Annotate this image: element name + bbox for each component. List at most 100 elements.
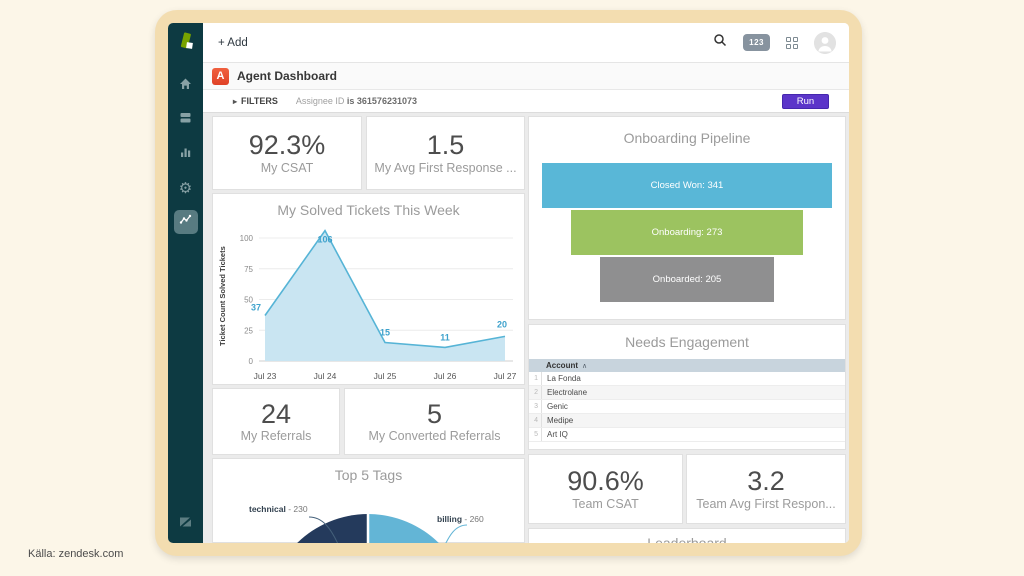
source-caption: Källa: zendesk.com <box>28 548 123 560</box>
dashboard-app-icon: A <box>212 68 229 85</box>
sidebar-item-dashboards[interactable] <box>174 210 198 234</box>
svg-text:0: 0 <box>249 357 254 366</box>
app-window: ⚙ <box>168 23 849 543</box>
home-icon <box>178 76 193 96</box>
search-icon[interactable] <box>713 33 727 52</box>
explore-logo-icon <box>175 31 197 58</box>
account-cell: Genic <box>542 402 568 411</box>
sidebar-item-reports[interactable] <box>174 142 198 166</box>
top-tags-card: Top 5 Tags technical - 230 billing - 260 <box>212 458 525 543</box>
sidebar: ⚙ <box>168 23 203 543</box>
sort-ascending-icon: ∧ <box>582 362 587 370</box>
right-column: Onboarding Pipeline Closed Won: 341Onboa… <box>528 116 846 543</box>
kpi-label: Team Avg First Respon... <box>696 497 835 511</box>
kpi-value: 92.3% <box>249 131 326 161</box>
needs-engagement-card: Needs Engagement Account ∧ 1La Fonda2Ele… <box>528 324 846 450</box>
kpi-my-converted-referrals: 5 My Converted Referrals <box>344 388 525 455</box>
my-kpi-row: 92.3% My CSAT 1.5 My Avg First Response … <box>212 116 525 190</box>
chart-title: Onboarding Pipeline <box>529 130 845 146</box>
sidebar-item-datasets[interactable] <box>174 108 198 132</box>
svg-text:15: 15 <box>380 328 390 338</box>
svg-text:Jul 24: Jul 24 <box>314 371 337 381</box>
table-row: 4Medipe <box>529 414 845 428</box>
screenshot-frame: ⚙ <box>155 10 862 556</box>
svg-text:75: 75 <box>244 265 253 274</box>
gear-icon: ⚙ <box>179 181 192 196</box>
svg-text:Jul 26: Jul 26 <box>434 371 457 381</box>
pie-slice-label: technical - 230 <box>249 504 308 514</box>
add-button[interactable]: + Add <box>218 37 248 49</box>
kpi-team-avg-first-response: 3.2 Team Avg First Respon... <box>686 454 846 524</box>
account-cell: Electrolane <box>542 388 587 397</box>
funnel-stage-closed-won: Closed Won: 341 <box>542 163 832 208</box>
kpi-team-csat: 90.6% Team CSAT <box>528 454 683 524</box>
chart-title: My Solved Tickets This Week <box>213 202 524 218</box>
sidebar-item-home[interactable] <box>174 74 198 98</box>
filters-label: FILTERS <box>241 96 278 106</box>
line-chart-icon <box>178 212 193 232</box>
avatar[interactable] <box>814 32 836 54</box>
top-bar: + Add 123 <box>203 23 849 63</box>
filter-field: Assignee ID <box>296 96 345 106</box>
account-cell: Medipe <box>542 416 573 425</box>
topbar-actions: 123 <box>713 32 836 54</box>
column-label: Account <box>546 361 578 370</box>
row-number: 5 <box>529 428 542 441</box>
table-header-account[interactable]: Account ∧ <box>529 359 845 372</box>
chart-title: Leaderboard <box>529 535 845 543</box>
row-number: 3 <box>529 400 542 413</box>
svg-text:Jul 25: Jul 25 <box>374 371 397 381</box>
solved-tickets-chart-card: My Solved Tickets This Week Ticket Count… <box>212 193 525 385</box>
apps-grid-icon[interactable] <box>786 37 798 49</box>
kpi-label: My Referrals <box>241 429 312 443</box>
kpi-value: 5 <box>427 400 442 430</box>
kpi-my-referrals: 24 My Referrals <box>212 388 340 455</box>
svg-text:37: 37 <box>251 302 261 312</box>
funnel-stage-onboarded: Onboarded: 205 <box>600 257 774 302</box>
run-button[interactable]: Run <box>782 94 829 109</box>
row-number: 1 <box>529 372 542 385</box>
filters-toggle[interactable]: ▸ FILTERS <box>233 96 278 106</box>
kpi-my-avg-first-response: 1.5 My Avg First Response ... <box>366 116 525 190</box>
row-number: 4 <box>529 414 542 427</box>
table-body: 1La Fonda2Electrolane3Genic4Medipe5Art I… <box>529 372 845 442</box>
team-kpi-row: 90.6% Team CSAT 3.2 Team Avg First Respo… <box>528 454 846 524</box>
count-badge[interactable]: 123 <box>743 34 770 51</box>
funnel-chart: Closed Won: 341Onboarding: 273Onboarded:… <box>529 163 845 302</box>
referrals-row: 24 My Referrals 5 My Converted Referrals <box>212 388 525 455</box>
table-row: 5Art IQ <box>529 428 845 442</box>
kpi-value: 1.5 <box>427 131 465 161</box>
page-title: Agent Dashboard <box>237 69 337 83</box>
table-row: 2Electrolane <box>529 386 845 400</box>
pie-slice-label: billing - 260 <box>437 514 484 524</box>
filter-bar: ▸ FILTERS Assignee ID is 361576231073 Ru… <box>203 90 849 113</box>
area-chart: 025507510037106151120Jul 23Jul 24Jul 25J… <box>215 220 523 384</box>
zendesk-logo-icon <box>174 509 198 533</box>
kpi-label: My Converted Referrals <box>369 429 501 443</box>
left-column: 92.3% My CSAT 1.5 My Avg First Response … <box>212 116 525 543</box>
funnel-stage-onboarding: Onboarding: 273 <box>571 210 803 255</box>
svg-text:106: 106 <box>317 235 332 245</box>
svg-text:100: 100 <box>240 234 254 243</box>
datasets-icon <box>178 110 193 130</box>
table-row: 3Genic <box>529 400 845 414</box>
main-area: + Add 123 <box>203 23 849 543</box>
kpi-value: 24 <box>261 400 291 430</box>
account-cell: Art IQ <box>542 430 568 439</box>
svg-text:25: 25 <box>244 326 253 335</box>
kpi-value: 90.6% <box>567 467 644 497</box>
leaderboard-card: Leaderboard <box>528 528 846 543</box>
sidebar-item-settings[interactable]: ⚙ <box>174 176 198 200</box>
dashboard-title-bar: A Agent Dashboard <box>203 63 849 90</box>
svg-text:Jul 27: Jul 27 <box>494 371 517 381</box>
table-row: 1La Fonda <box>529 372 845 386</box>
svg-text:Jul 23: Jul 23 <box>254 371 277 381</box>
svg-text:20: 20 <box>497 319 507 329</box>
kpi-my-csat: 92.3% My CSAT <box>212 116 362 190</box>
kpi-label: My Avg First Response ... <box>374 161 516 175</box>
filter-clause[interactable]: Assignee ID is 361576231073 <box>296 96 417 106</box>
onboarding-pipeline-card: Onboarding Pipeline Closed Won: 341Onboa… <box>528 116 846 320</box>
chart-title: Needs Engagement <box>529 334 845 350</box>
chart-title: Top 5 Tags <box>213 467 524 483</box>
filter-value: is 361576231073 <box>347 96 417 106</box>
